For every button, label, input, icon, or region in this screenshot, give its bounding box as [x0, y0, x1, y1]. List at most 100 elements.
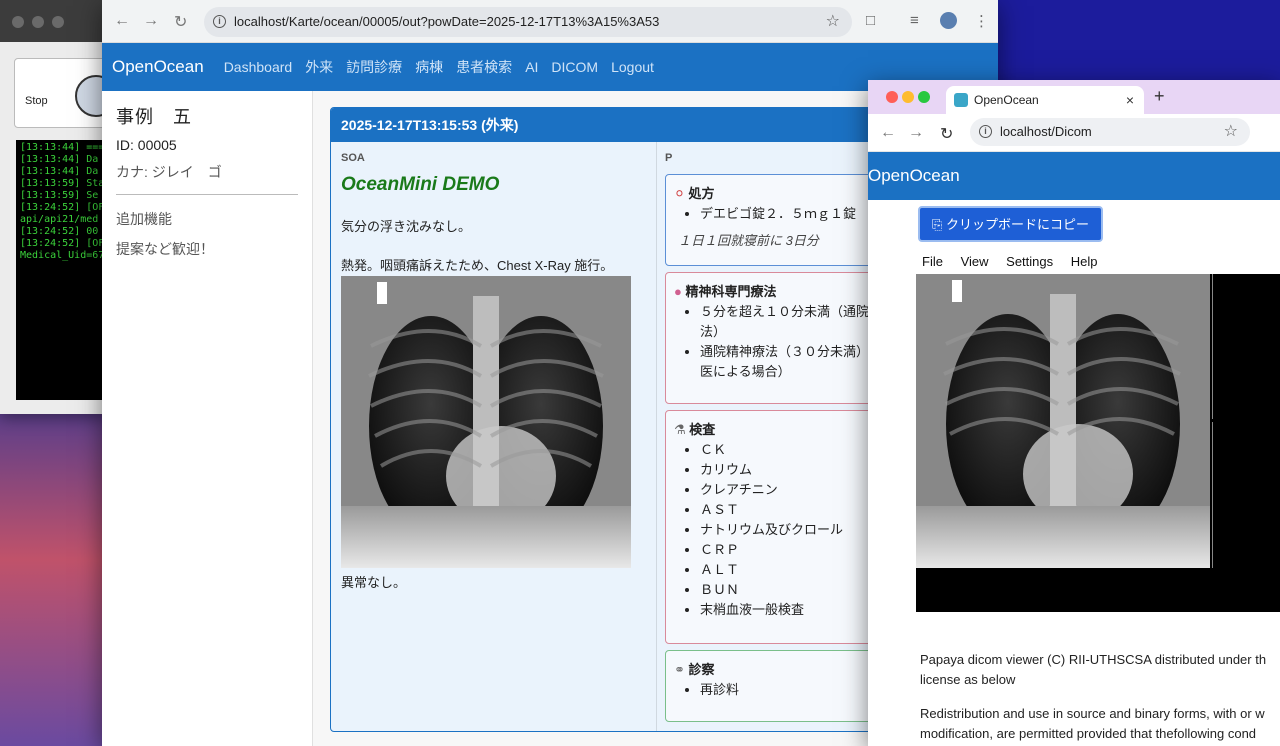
papaya-viewer[interactable]	[916, 274, 1280, 612]
clipboard-icon: ⎘	[932, 217, 943, 232]
terminal-line: [13:13:44] ===	[20, 142, 105, 153]
new-tab-icon[interactable]: +	[1154, 86, 1165, 107]
consult-title: 診察	[688, 662, 715, 677]
terminal-line: [13:13:59] Sta	[20, 178, 105, 189]
terminal-titlebar	[0, 0, 108, 42]
close-dot[interactable]	[886, 91, 898, 103]
extra-features-title: 追加機能	[116, 211, 172, 227]
nav-ai[interactable]: AI	[525, 59, 538, 75]
terminal-line: [13:13:44] Da	[20, 154, 99, 165]
soa-column: SOA OceanMini DEMO 気分の浮き沈みなし。 熱発。咽頭痛訴えたた…	[331, 142, 657, 731]
close-dot[interactable]	[12, 16, 24, 28]
browser-toolbar: ← → ↻ i localhost/Karte/ocean/00005/out?…	[102, 0, 998, 43]
chest-xray-image	[341, 276, 631, 568]
nav-ward[interactable]: 病棟	[415, 57, 443, 77]
main-browser-window: ← → ↻ i localhost/Karte/ocean/00005/out?…	[102, 0, 998, 746]
menu-settings[interactable]: Settings	[1006, 254, 1053, 269]
terminal-line: [13:24:52] [OF	[20, 202, 105, 213]
patient-name: 事例 五	[116, 107, 192, 127]
terminal-line: [13:24:52] [OF	[20, 238, 105, 249]
copy-to-clipboard-button[interactable]: ⎘ クリップボードにコピー	[918, 206, 1104, 242]
psych-title: 精神科専門療法	[685, 284, 777, 299]
reload-icon[interactable]: ↻	[174, 12, 187, 32]
back-icon[interactable]: ←	[114, 12, 130, 30]
patient-kana: カナ: ジレイ ゴ	[116, 164, 222, 180]
prescription-title: 処方	[688, 186, 715, 201]
zoom-dot[interactable]	[918, 91, 930, 103]
soa-line: 気分の浮き沈みなし。	[341, 219, 472, 234]
nav-home-visit[interactable]: 訪問診療	[346, 57, 402, 77]
address-url: localhost/Karte/ocean/00005/out?powDate=…	[234, 14, 660, 29]
exam-title: 検査	[689, 422, 716, 437]
stop-button[interactable]: Stop	[25, 95, 48, 107]
terminal-line: Medical_Uid=67	[20, 250, 105, 261]
favicon-icon	[954, 93, 968, 107]
terminal-line: [13:24:52] 00	[20, 226, 99, 237]
license-text: Papaya dicom viewer (C) RII-UTHSCSA dist…	[920, 652, 1267, 687]
dicom-main-view[interactable]	[916, 274, 1210, 568]
zoom-dot[interactable]	[52, 16, 64, 28]
extensions-icon[interactable]: □	[866, 12, 875, 29]
chest-xray-illustration	[916, 274, 1210, 568]
copy-button-label: クリップボードにコピー	[946, 217, 1090, 232]
close-tab-icon[interactable]: ×	[1126, 86, 1134, 114]
brand-link[interactable]: OpenOcean	[868, 166, 960, 185]
nav-dashboard[interactable]: Dashboard	[224, 59, 293, 75]
brain-icon: ●	[674, 284, 682, 299]
list-item: ５分を超え１０分未満（通院法）	[700, 302, 884, 342]
terminal-line: [13:13:44] Da	[20, 166, 99, 177]
more-menu-icon[interactable]: ⋮	[974, 12, 989, 30]
forward-icon[interactable]: →	[143, 12, 159, 30]
minimize-dot[interactable]	[902, 91, 914, 103]
sidebar-divider	[116, 194, 298, 195]
profile-avatar[interactable]	[940, 12, 957, 29]
extra-features-text: 提案など歓迎！	[116, 241, 214, 257]
stethoscope-icon: ⚭	[674, 662, 685, 677]
dicom-side-view-sagittal[interactable]	[1212, 422, 1280, 568]
dicom-browser-window: OpenOcean × + ← → ↻ i localhost/Dicom ☆ …	[868, 80, 1280, 746]
app-navbar: OpenOcean Dashboard 外来 訪問診療 病棟 患者検索 AI D…	[102, 43, 998, 91]
papaya-menubar: File View Settings Help	[922, 254, 1112, 269]
menu-help[interactable]: Help	[1071, 254, 1098, 269]
soa-line: 熱発。咽頭痛訴えたため、Chest X-Ray 施行。	[341, 258, 614, 273]
media-icon[interactable]: ≡	[910, 12, 919, 29]
terminal-output: [13:13:44] === [13:13:44] Da [13:13:44] …	[16, 140, 108, 400]
back-icon[interactable]: ←	[880, 124, 896, 142]
nav-dicom[interactable]: DICOM	[551, 59, 598, 75]
nav-logout[interactable]: Logout	[611, 59, 654, 75]
address-bar[interactable]: i localhost/Karte/ocean/00005/out?powDat…	[204, 7, 852, 37]
site-info-icon[interactable]: i	[979, 125, 992, 138]
nav-patient-search[interactable]: 患者検索	[456, 57, 512, 77]
license-text: Redistribution and use in source and bin…	[920, 706, 1265, 741]
microscope-icon: ⚗	[674, 422, 686, 437]
chest-xray-illustration	[341, 276, 631, 568]
terminal-window: Stop [13:13:44] === [13:13:44] Da [13:13…	[0, 0, 108, 414]
brand-link[interactable]: OpenOcean	[112, 57, 204, 77]
soa-title: OceanMini DEMO	[341, 174, 500, 195]
site-info-icon[interactable]: i	[213, 15, 226, 28]
reload-icon[interactable]: ↻	[940, 124, 953, 144]
forward-icon[interactable]: →	[908, 124, 924, 142]
address-bar[interactable]: i localhost/Dicom ☆	[970, 118, 1250, 146]
tab-openocean[interactable]: OpenOcean ×	[946, 86, 1144, 114]
terminal-line: [13:13:59] Se	[20, 190, 99, 201]
tab-strip: OpenOcean × +	[868, 80, 1280, 114]
nav-outpatient[interactable]: 外来	[305, 57, 333, 77]
minimize-dot[interactable]	[32, 16, 44, 28]
terminal-control-panel: Stop	[14, 58, 108, 128]
menu-view[interactable]: View	[961, 254, 989, 269]
bookmark-star-icon[interactable]: ☆	[826, 7, 840, 37]
address-url: localhost/Dicom	[1000, 124, 1092, 139]
bookmark-star-icon[interactable]: ☆	[1224, 118, 1238, 146]
menu-file[interactable]: File	[922, 254, 943, 269]
soa-line: 異常なし。	[341, 575, 407, 590]
app-navbar: OpenOcean	[868, 152, 1280, 200]
browser-toolbar: ← → ↻ i localhost/Dicom ☆	[868, 114, 1280, 152]
tab-title: OpenOcean	[974, 93, 1039, 107]
patient-id: ID: 00005	[116, 137, 177, 153]
terminal-line: api/api21/med	[20, 214, 99, 225]
patient-sidebar: 事例 五 ID: 00005 カナ: ジレイ ゴ 追加機能 提案など歓迎！	[102, 91, 313, 746]
desktop-background-right	[998, 0, 1280, 80]
pill-icon: ⚪	[674, 186, 685, 201]
dicom-side-view-axial[interactable]	[1212, 274, 1280, 419]
